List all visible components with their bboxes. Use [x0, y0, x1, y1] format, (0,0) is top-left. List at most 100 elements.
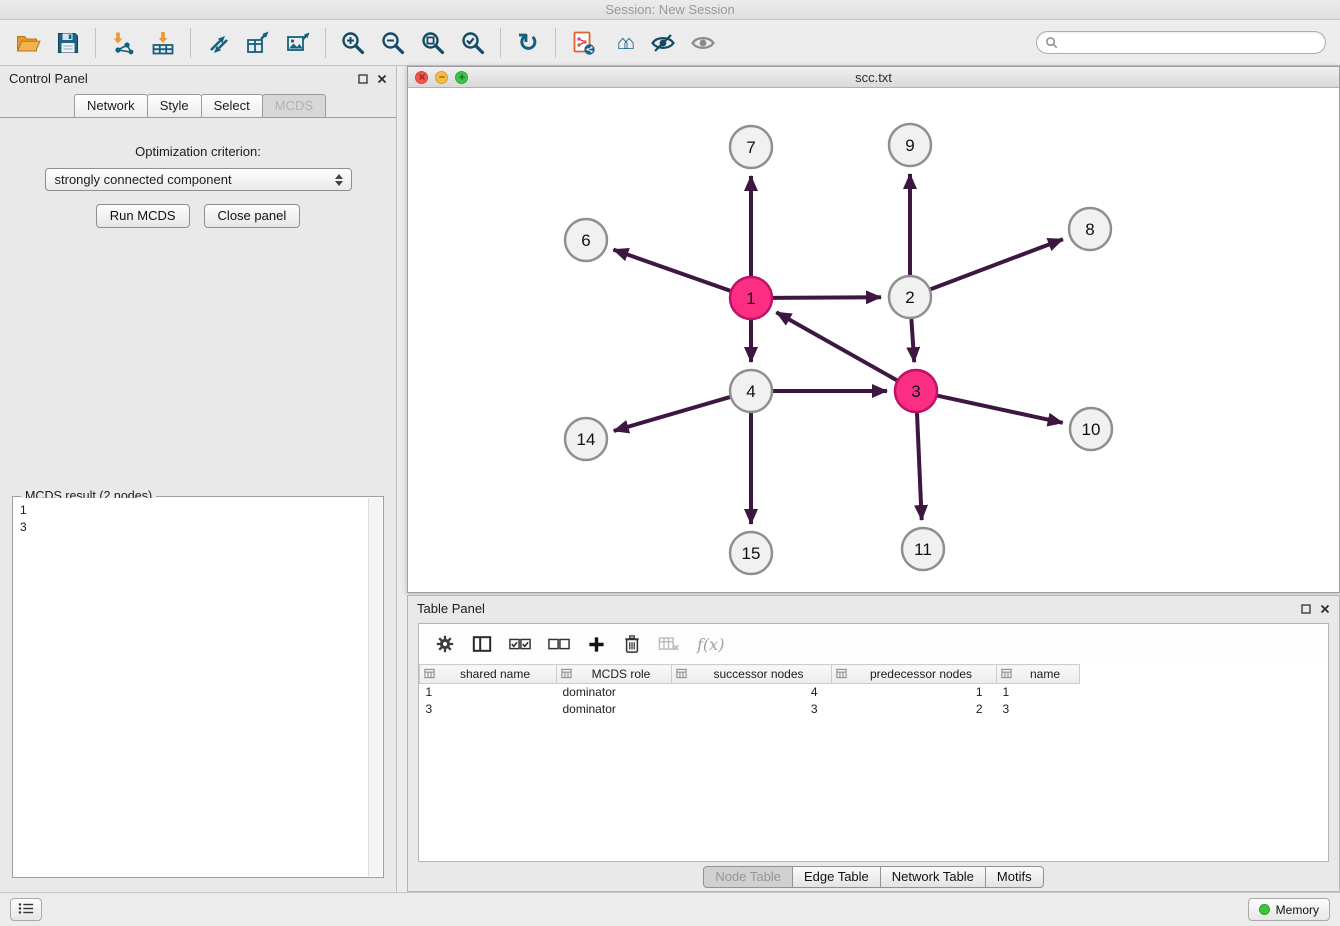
tab-edge-table[interactable]: Edge Table — [792, 866, 881, 888]
add-row-button[interactable] — [587, 635, 606, 654]
cell-mcds-role[interactable]: dominator — [557, 684, 672, 701]
import-network-button[interactable] — [103, 24, 143, 62]
delete-row-button[interactable] — [623, 634, 641, 654]
optimization-criterion-select[interactable]: strongly connected component — [45, 168, 352, 191]
tab-mcds[interactable]: MCDS — [262, 94, 326, 118]
zoom-selected-button[interactable] — [453, 24, 493, 62]
memory-button[interactable]: Memory — [1248, 898, 1330, 921]
tab-network-table[interactable]: Network Table — [880, 866, 986, 888]
table-row-2[interactable]: 3dominator323 — [420, 701, 1329, 718]
gear-button[interactable] — [435, 634, 455, 654]
graph-node-2[interactable]: 2 — [889, 276, 931, 318]
edge-4-14[interactable] — [614, 397, 730, 431]
zoom-fit-button[interactable] — [413, 24, 453, 62]
unselect-all-button[interactable] — [548, 637, 570, 652]
import-table-button[interactable] — [143, 24, 183, 62]
cell-mcds-role[interactable]: dominator — [557, 701, 672, 718]
graph-node-7[interactable]: 7 — [730, 126, 772, 168]
graph-node-11[interactable]: 11 — [902, 528, 944, 570]
node-label: 10 — [1082, 420, 1101, 439]
close-window-button[interactable] — [415, 71, 428, 84]
export-table-button[interactable] — [238, 24, 278, 62]
run-mcds-button[interactable]: Run MCDS — [96, 204, 190, 228]
zoom-in-button[interactable] — [333, 24, 373, 62]
column-header-name[interactable]: name — [997, 665, 1080, 684]
home-button[interactable]: ⌂⌂ — [603, 24, 643, 62]
network-graph[interactable]: 7 9 6 8 1 2 4 3 14 10 15 11 — [408, 88, 1339, 592]
mcds-result-list[interactable]: 13 — [14, 498, 367, 876]
graph-node-8[interactable]: 8 — [1069, 208, 1111, 250]
close-panel-button[interactable]: Close panel — [204, 204, 301, 228]
node-table[interactable]: shared nameMCDS rolesuccessor nodesprede… — [419, 664, 1328, 861]
cell-shared-name[interactable]: 3 — [420, 701, 557, 718]
cell-successor-nodes[interactable]: 4 — [672, 684, 832, 701]
column-header-mcds-role[interactable]: MCDS role — [557, 665, 672, 684]
close-panel-icon[interactable] — [377, 74, 387, 84]
control-panel-tabs: NetworkStyleSelectMCDS — [0, 91, 396, 117]
graph-node-15[interactable]: 15 — [730, 532, 772, 574]
table-row-1[interactable]: 1dominator411 — [420, 684, 1329, 701]
cell-predecessor-nodes[interactable]: 2 — [832, 701, 997, 718]
cell-shared-name[interactable]: 1 — [420, 684, 557, 701]
open-session-button[interactable] — [8, 24, 48, 62]
refresh-button[interactable]: ↻ — [508, 24, 548, 62]
tab-select[interactable]: Select — [201, 94, 263, 118]
column-header-successor-nodes[interactable]: successor nodes — [672, 665, 832, 684]
graph-node-14[interactable]: 14 — [565, 418, 607, 460]
edge-3-10[interactable] — [938, 396, 1063, 423]
zoom-out-button[interactable] — [373, 24, 413, 62]
result-scrollbar[interactable] — [368, 498, 382, 876]
zoom-out-icon — [380, 30, 406, 56]
edge-1-6[interactable] — [613, 250, 730, 291]
split-panel-button[interactable] — [472, 634, 492, 654]
graph-node-3[interactable]: 3 — [895, 370, 937, 412]
tab-motifs[interactable]: Motifs — [985, 866, 1044, 888]
float-panel-icon[interactable] — [358, 74, 368, 84]
graph-node-1[interactable]: 1 — [730, 277, 772, 319]
toolbar-separator — [555, 28, 556, 58]
edge-3-11[interactable] — [917, 413, 922, 520]
save-session-button[interactable] — [48, 24, 88, 62]
network-document-button[interactable] — [563, 24, 603, 62]
network-window-titlebar[interactable]: scc.txt — [408, 67, 1339, 88]
network-arrows-button[interactable] — [198, 24, 238, 62]
search-input[interactable] — [1063, 34, 1317, 51]
float-table-panel-icon[interactable] — [1301, 604, 1311, 614]
node-label: 11 — [914, 540, 932, 559]
export-table-icon — [245, 30, 271, 56]
tab-node-table[interactable]: Node Table — [703, 866, 793, 888]
delete-table-button[interactable] — [658, 636, 680, 653]
select-all-button[interactable] — [509, 637, 531, 652]
minimize-window-button[interactable] — [435, 71, 448, 84]
network-canvas-container[interactable]: 7 9 6 8 1 2 4 3 14 10 15 11 — [408, 88, 1339, 592]
cell-name[interactable]: 1 — [997, 684, 1080, 701]
right-column: scc.txt 7968124314101511 Table Panel f(x… — [397, 66, 1340, 892]
open-session-icon — [15, 30, 41, 56]
graph-node-6[interactable]: 6 — [565, 219, 607, 261]
edge-3-1[interactable] — [776, 312, 897, 380]
tab-style[interactable]: Style — [147, 94, 202, 118]
details-eye-button[interactable] — [683, 24, 723, 62]
tab-network[interactable]: Network — [74, 94, 148, 118]
cell-successor-nodes[interactable]: 3 — [672, 701, 832, 718]
node-label: 6 — [581, 231, 590, 250]
panel-list-button[interactable] — [10, 898, 42, 921]
cell-name[interactable]: 3 — [997, 701, 1080, 718]
zoom-window-button[interactable] — [455, 71, 468, 84]
refresh-icon: ↻ — [518, 30, 539, 56]
graph-node-4[interactable]: 4 — [730, 370, 772, 412]
export-image-button[interactable] — [278, 24, 318, 62]
edge-2-3[interactable] — [911, 319, 914, 362]
close-table-panel-icon[interactable] — [1320, 604, 1330, 614]
function-builder-button[interactable]: f(x) — [697, 635, 724, 654]
graph-node-10[interactable]: 10 — [1070, 408, 1112, 450]
column-header-shared-name[interactable]: shared name — [420, 665, 557, 684]
search-box[interactable] — [1036, 31, 1326, 54]
cell-predecessor-nodes[interactable]: 1 — [832, 684, 997, 701]
style-eye-button[interactable] — [643, 24, 683, 62]
column-header-predecessor-nodes[interactable]: predecessor nodes — [832, 665, 997, 684]
result-node-id: 1 — [20, 502, 361, 519]
edge-2-8[interactable] — [931, 239, 1063, 289]
edge-1-2[interactable] — [773, 297, 881, 298]
graph-node-9[interactable]: 9 — [889, 124, 931, 166]
